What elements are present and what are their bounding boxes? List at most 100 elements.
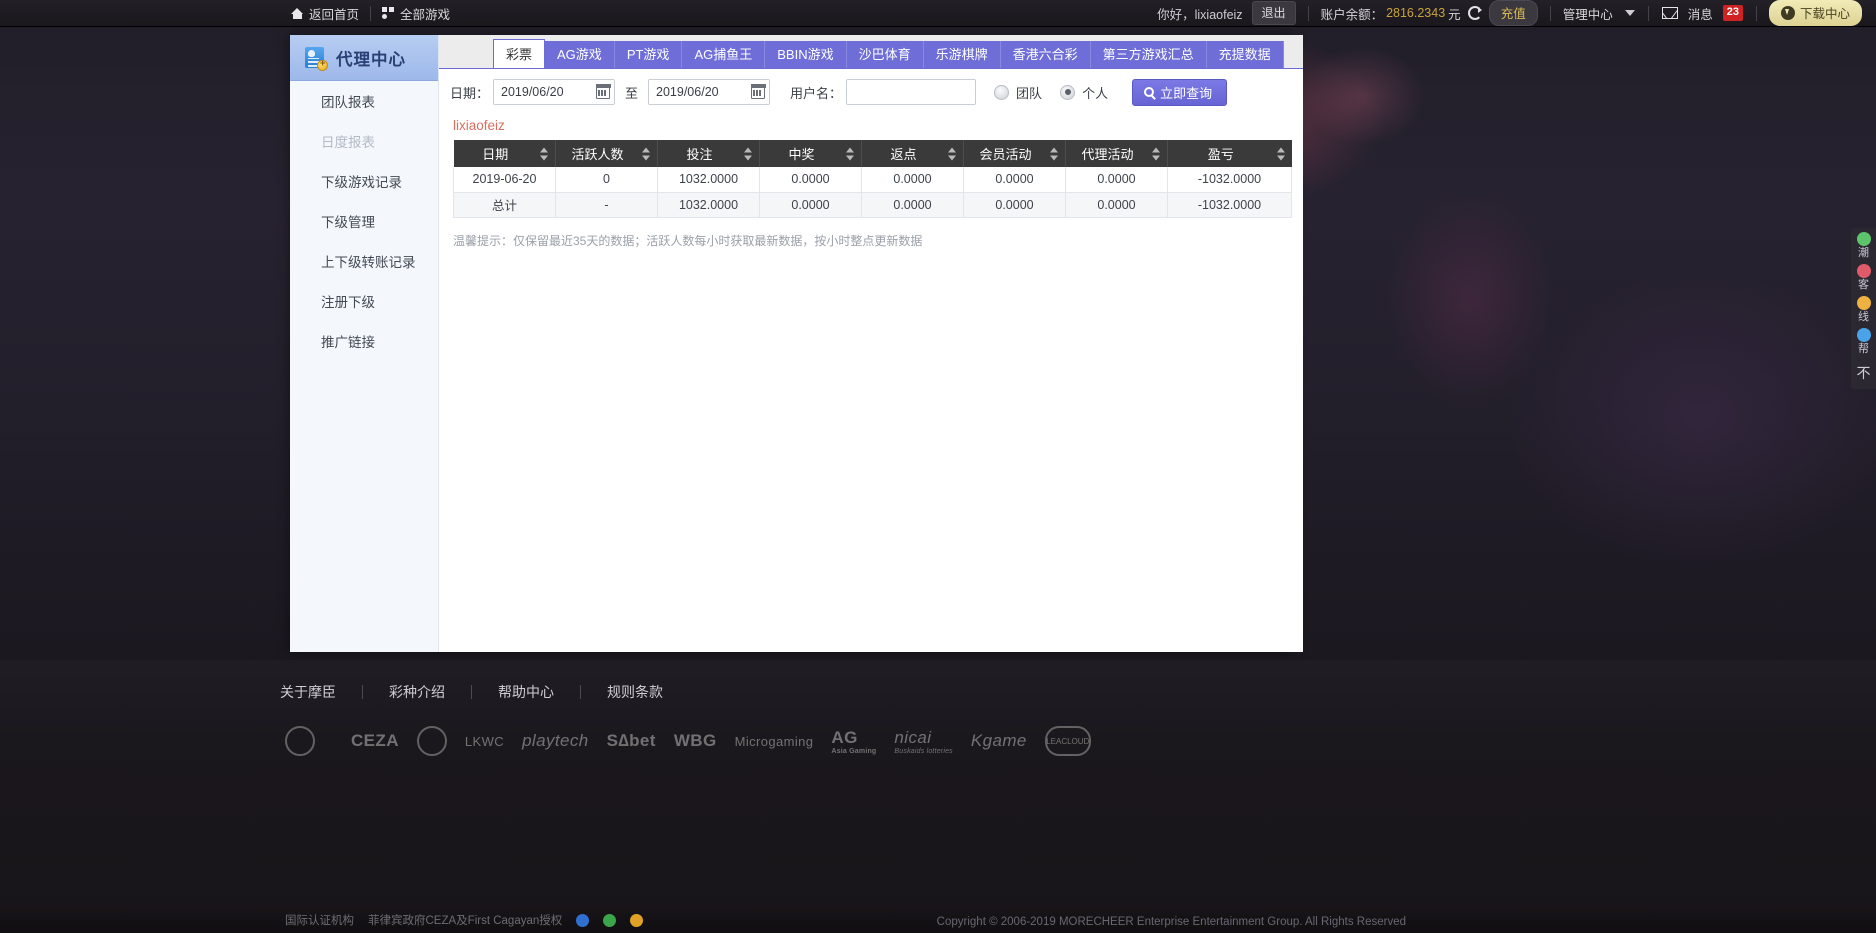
gaming-authority-logo-mark [285,726,315,756]
agent-card-icon [303,46,328,71]
column-header-3[interactable]: 中奖 [759,140,862,167]
sidebar-item-5[interactable]: 注册下级 [290,281,438,321]
leacloud-logo: LEACLOUD [1044,724,1091,758]
sort-arrows-icon[interactable] [1152,147,1160,160]
close-icon[interactable]: 不 [1857,363,1871,383]
column-header-label: 盈亏 [1207,147,1234,162]
side-widget-label: 线 [1858,311,1869,323]
chevron-down-icon [1624,10,1635,16]
side-widget-0[interactable]: 潮 [1856,232,1871,259]
all-games-label: 全部游戏 [400,7,451,22]
sort-arrows-icon[interactable] [1050,147,1058,160]
tab-2[interactable]: PT游戏 [614,41,683,68]
sort-arrows-icon[interactable] [540,147,548,160]
grid-icon [382,7,395,19]
tab-1[interactable]: AG游戏 [545,41,615,68]
balance-value: 2816.2343 [1386,6,1446,20]
username-input[interactable] [846,79,977,105]
footer-link-0[interactable]: 关于摩臣 [280,682,362,702]
column-header-7[interactable]: 盈亏 [1167,140,1292,167]
side-widget-3[interactable]: 帮 [1856,328,1871,355]
column-header-1[interactable]: 活跃人数 [555,140,658,167]
column-header-label: 返点 [890,147,917,162]
sort-arrows-icon[interactable] [642,147,650,160]
download-center-label: 下载中心 [1799,7,1850,21]
back-to-home-button[interactable]: 返回首页 [280,0,370,27]
sort-arrows-icon[interactable] [1276,147,1285,160]
nicai-logo-subtext: Buskaids lotteries [894,747,953,755]
asia-gaming-logo-text: AG Asia Gaming [831,727,877,755]
column-header-6[interactable]: 代理活动 [1065,140,1168,167]
query-button[interactable]: 立即查询 [1132,78,1228,106]
column-header-0[interactable]: 日期 [453,140,556,167]
admin-center-menu[interactable]: 管理中心 [1563,0,1635,27]
tab-9[interactable]: 充提数据 [1206,41,1284,68]
side-widget-label: 潮 [1858,247,1869,259]
sidebar-item-4[interactable]: 上下级转账记录 [290,241,438,281]
ceza-logo: CEZA [351,724,399,758]
side-widget-2[interactable]: 线 [1856,296,1871,323]
download-center-button[interactable]: 下载中心 [1768,0,1862,26]
search-icon [1144,87,1155,97]
daily-report-table: 日期 活跃人数 投注 中奖 返点 会员活动 代理活动 盈亏 2019-06-20 0 1032.0… [453,140,1292,218]
sidebar-item-label: 下级管理 [321,215,375,230]
radio-team-label: 团队 [1016,85,1043,101]
microgaming-logo-text: Microgaming [734,733,814,749]
column-header-2[interactable]: 投注 [657,140,760,167]
sidebar-item-1[interactable]: 日度报表 [290,121,438,161]
sort-arrows-icon[interactable] [744,147,752,160]
sabet-logo-text: S∆bet [606,731,656,750]
tab-8[interactable]: 第三方游戏汇总 [1090,41,1207,68]
table-cell-3: 0.0000 [759,167,862,193]
tab-5[interactable]: 沙巴体育 [846,41,924,68]
tab-4[interactable]: BBIN游戏 [765,41,847,68]
calendar-icon[interactable] [750,83,766,99]
filter-bar: 日期： 至 用户名： 团队 个人 立即查询 [439,69,1303,115]
side-widget-1[interactable]: 客 [1856,264,1871,291]
copyright-text: Copyright © 2006-2019 MORECHEER Enterpri… [936,916,1406,928]
footer-links: 关于摩臣 彩种介绍 帮助中心 规则条款 [0,660,1876,702]
sidebar-item-2[interactable]: 下级游戏记录 [290,161,438,201]
table-cell-4: 0.0000 [861,192,964,218]
logout-button[interactable]: 退出 [1251,1,1296,25]
ceza-logo-text: CEZA [351,731,399,750]
messages-button[interactable]: 消息 23 [1661,0,1743,27]
footer-link-2[interactable]: 帮助中心 [472,682,580,702]
top-navigation-bar: 返回首页 全部游戏 你好，lixiaofeiz 退出 账户余额： 2816.23… [0,0,1876,27]
tab-3[interactable]: AG捕鱼王 [682,41,766,68]
tab-7[interactable]: 香港六合彩 [1000,41,1091,68]
calendar-icon[interactable] [595,83,611,99]
crest-logo-mark [416,726,447,756]
table-cell-3: 0.0000 [759,192,862,218]
table-body: 2019-06-20 0 1032.0000 0.0000 0.0000 0.0000 0.… [453,167,1292,218]
report-table-wrapper: 日期 活跃人数 投注 中奖 返点 会员活动 代理活动 盈亏 2019-06-20 0 1032.0… [439,140,1303,218]
footer-link-1[interactable]: 彩种介绍 [363,682,471,702]
table-cell-7: -1032.0000 [1167,192,1292,218]
radio-team[interactable]: 团队 [994,83,1042,102]
table-cell-5: 0.0000 [963,192,1066,218]
top-bar-right-cluster: 你好，lixiaofeiz 退出 账户余额： 2816.2343 元 充值 管理… [1149,0,1876,27]
tab-6[interactable]: 乐游棋牌 [923,41,1001,68]
radio-person-label: 个人 [1082,85,1109,101]
footer-link-3[interactable]: 规则条款 [581,682,689,702]
sidebar-item-3[interactable]: 下级管理 [290,201,438,241]
sidebar-item-0[interactable]: 团队报表 [290,81,438,121]
column-header-5[interactable]: 会员活动 [963,140,1066,167]
tab-0[interactable]: 彩票 [493,39,546,68]
column-header-4[interactable]: 返点 [861,140,964,167]
table-cell-1: 0 [555,167,658,193]
refresh-icon[interactable] [1467,6,1482,20]
table-head: 日期 活跃人数 投注 中奖 返点 会员活动 代理活动 盈亏 [453,140,1292,167]
playtech-logo: playtech [522,724,589,758]
sort-arrows-icon[interactable] [846,147,854,160]
side-widget-label: 帮 [1858,343,1869,355]
radio-person[interactable]: 个人 [1060,83,1108,102]
recharge-button[interactable]: 充值 [1488,0,1538,26]
headset-icon [1856,264,1871,278]
microgaming-logo: Microgaming [735,724,814,758]
sidebar-item-6[interactable]: 推广链接 [290,321,438,361]
all-games-button[interactable]: 全部游戏 [371,0,461,27]
sort-arrows-icon[interactable] [948,147,956,160]
online-icon [1856,296,1871,310]
radio-team-indicator [994,84,1010,100]
